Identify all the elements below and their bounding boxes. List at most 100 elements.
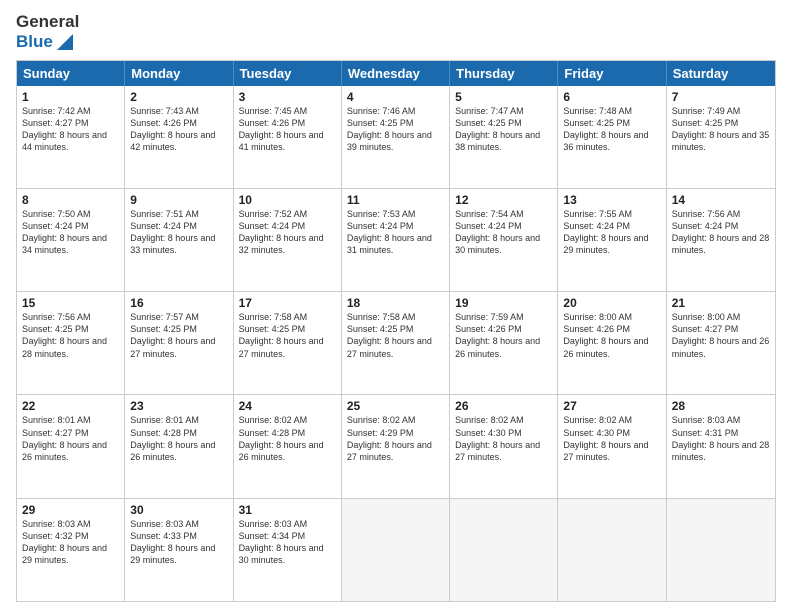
day-number: 12 <box>455 193 552 207</box>
day-info: Sunrise: 7:42 AMSunset: 4:27 PMDaylight:… <box>22 105 119 154</box>
empty-cell <box>450 499 558 601</box>
day-info: Sunrise: 7:45 AMSunset: 4:26 PMDaylight:… <box>239 105 336 154</box>
day-cell-11: 11Sunrise: 7:53 AMSunset: 4:24 PMDayligh… <box>342 189 450 291</box>
day-info: Sunrise: 7:50 AMSunset: 4:24 PMDaylight:… <box>22 208 119 257</box>
day-number: 13 <box>563 193 660 207</box>
day-cell-16: 16Sunrise: 7:57 AMSunset: 4:25 PMDayligh… <box>125 292 233 394</box>
day-number: 25 <box>347 399 444 413</box>
day-info: Sunrise: 8:01 AMSunset: 4:27 PMDaylight:… <box>22 414 119 463</box>
day-cell-12: 12Sunrise: 7:54 AMSunset: 4:24 PMDayligh… <box>450 189 558 291</box>
day-number: 22 <box>22 399 119 413</box>
day-info: Sunrise: 8:02 AMSunset: 4:30 PMDaylight:… <box>455 414 552 463</box>
day-number: 20 <box>563 296 660 310</box>
day-info: Sunrise: 8:02 AMSunset: 4:29 PMDaylight:… <box>347 414 444 463</box>
day-info: Sunrise: 8:03 AMSunset: 4:32 PMDaylight:… <box>22 518 119 567</box>
day-number: 4 <box>347 90 444 104</box>
day-number: 19 <box>455 296 552 310</box>
day-info: Sunrise: 7:57 AMSunset: 4:25 PMDaylight:… <box>130 311 227 360</box>
day-info: Sunrise: 8:02 AMSunset: 4:30 PMDaylight:… <box>563 414 660 463</box>
day-cell-17: 17Sunrise: 7:58 AMSunset: 4:25 PMDayligh… <box>234 292 342 394</box>
calendar-body: 1Sunrise: 7:42 AMSunset: 4:27 PMDaylight… <box>17 86 775 601</box>
day-cell-18: 18Sunrise: 7:58 AMSunset: 4:25 PMDayligh… <box>342 292 450 394</box>
day-info: Sunrise: 7:58 AMSunset: 4:25 PMDaylight:… <box>239 311 336 360</box>
day-info: Sunrise: 7:56 AMSunset: 4:24 PMDaylight:… <box>672 208 770 257</box>
day-cell-27: 27Sunrise: 8:02 AMSunset: 4:30 PMDayligh… <box>558 395 666 497</box>
day-cell-23: 23Sunrise: 8:01 AMSunset: 4:28 PMDayligh… <box>125 395 233 497</box>
day-cell-25: 25Sunrise: 8:02 AMSunset: 4:29 PMDayligh… <box>342 395 450 497</box>
day-number: 26 <box>455 399 552 413</box>
week-row-1: 1Sunrise: 7:42 AMSunset: 4:27 PMDaylight… <box>17 86 775 188</box>
day-info: Sunrise: 7:58 AMSunset: 4:25 PMDaylight:… <box>347 311 444 360</box>
empty-cell <box>558 499 666 601</box>
week-row-4: 22Sunrise: 8:01 AMSunset: 4:27 PMDayligh… <box>17 394 775 497</box>
header-day-thursday: Thursday <box>450 61 558 86</box>
empty-cell <box>342 499 450 601</box>
day-info: Sunrise: 7:43 AMSunset: 4:26 PMDaylight:… <box>130 105 227 154</box>
header-day-friday: Friday <box>558 61 666 86</box>
day-cell-20: 20Sunrise: 8:00 AMSunset: 4:26 PMDayligh… <box>558 292 666 394</box>
day-cell-29: 29Sunrise: 8:03 AMSunset: 4:32 PMDayligh… <box>17 499 125 601</box>
day-cell-9: 9Sunrise: 7:51 AMSunset: 4:24 PMDaylight… <box>125 189 233 291</box>
day-info: Sunrise: 8:00 AMSunset: 4:27 PMDaylight:… <box>672 311 770 360</box>
day-cell-8: 8Sunrise: 7:50 AMSunset: 4:24 PMDaylight… <box>17 189 125 291</box>
day-number: 10 <box>239 193 336 207</box>
day-info: Sunrise: 7:54 AMSunset: 4:24 PMDaylight:… <box>455 208 552 257</box>
day-cell-4: 4Sunrise: 7:46 AMSunset: 4:25 PMDaylight… <box>342 86 450 188</box>
day-number: 17 <box>239 296 336 310</box>
day-cell-2: 2Sunrise: 7:43 AMSunset: 4:26 PMDaylight… <box>125 86 233 188</box>
page: General Blue SundayMondayTuesdayWednesda… <box>0 0 792 612</box>
day-cell-30: 30Sunrise: 8:03 AMSunset: 4:33 PMDayligh… <box>125 499 233 601</box>
calendar: SundayMondayTuesdayWednesdayThursdayFrid… <box>16 60 776 602</box>
day-cell-28: 28Sunrise: 8:03 AMSunset: 4:31 PMDayligh… <box>667 395 775 497</box>
calendar-header: SundayMondayTuesdayWednesdayThursdayFrid… <box>17 61 775 86</box>
day-number: 14 <box>672 193 770 207</box>
day-cell-22: 22Sunrise: 8:01 AMSunset: 4:27 PMDayligh… <box>17 395 125 497</box>
header-day-sunday: Sunday <box>17 61 125 86</box>
day-cell-15: 15Sunrise: 7:56 AMSunset: 4:25 PMDayligh… <box>17 292 125 394</box>
header-day-saturday: Saturday <box>667 61 775 86</box>
day-number: 5 <box>455 90 552 104</box>
logo: General Blue <box>16 12 79 52</box>
day-number: 3 <box>239 90 336 104</box>
day-cell-24: 24Sunrise: 8:02 AMSunset: 4:28 PMDayligh… <box>234 395 342 497</box>
day-info: Sunrise: 8:01 AMSunset: 4:28 PMDaylight:… <box>130 414 227 463</box>
day-cell-5: 5Sunrise: 7:47 AMSunset: 4:25 PMDaylight… <box>450 86 558 188</box>
day-number: 24 <box>239 399 336 413</box>
header: General Blue <box>16 12 776 52</box>
day-number: 30 <box>130 503 227 517</box>
day-number: 7 <box>672 90 770 104</box>
week-row-2: 8Sunrise: 7:50 AMSunset: 4:24 PMDaylight… <box>17 188 775 291</box>
day-number: 28 <box>672 399 770 413</box>
header-day-wednesday: Wednesday <box>342 61 450 86</box>
day-number: 11 <box>347 193 444 207</box>
day-info: Sunrise: 8:00 AMSunset: 4:26 PMDaylight:… <box>563 311 660 360</box>
day-info: Sunrise: 7:49 AMSunset: 4:25 PMDaylight:… <box>672 105 770 154</box>
day-number: 6 <box>563 90 660 104</box>
day-cell-3: 3Sunrise: 7:45 AMSunset: 4:26 PMDaylight… <box>234 86 342 188</box>
day-number: 18 <box>347 296 444 310</box>
day-info: Sunrise: 7:52 AMSunset: 4:24 PMDaylight:… <box>239 208 336 257</box>
day-info: Sunrise: 7:51 AMSunset: 4:24 PMDaylight:… <box>130 208 227 257</box>
day-info: Sunrise: 7:56 AMSunset: 4:25 PMDaylight:… <box>22 311 119 360</box>
day-cell-1: 1Sunrise: 7:42 AMSunset: 4:27 PMDaylight… <box>17 86 125 188</box>
week-row-3: 15Sunrise: 7:56 AMSunset: 4:25 PMDayligh… <box>17 291 775 394</box>
empty-cell <box>667 499 775 601</box>
day-info: Sunrise: 8:02 AMSunset: 4:28 PMDaylight:… <box>239 414 336 463</box>
day-cell-26: 26Sunrise: 8:02 AMSunset: 4:30 PMDayligh… <box>450 395 558 497</box>
day-number: 2 <box>130 90 227 104</box>
day-cell-13: 13Sunrise: 7:55 AMSunset: 4:24 PMDayligh… <box>558 189 666 291</box>
day-cell-31: 31Sunrise: 8:03 AMSunset: 4:34 PMDayligh… <box>234 499 342 601</box>
day-info: Sunrise: 8:03 AMSunset: 4:33 PMDaylight:… <box>130 518 227 567</box>
day-number: 1 <box>22 90 119 104</box>
header-day-tuesday: Tuesday <box>234 61 342 86</box>
day-cell-7: 7Sunrise: 7:49 AMSunset: 4:25 PMDaylight… <box>667 86 775 188</box>
logo-triangle-icon <box>55 32 75 52</box>
day-info: Sunrise: 7:48 AMSunset: 4:25 PMDaylight:… <box>563 105 660 154</box>
day-number: 23 <box>130 399 227 413</box>
day-cell-14: 14Sunrise: 7:56 AMSunset: 4:24 PMDayligh… <box>667 189 775 291</box>
header-day-monday: Monday <box>125 61 233 86</box>
day-number: 27 <box>563 399 660 413</box>
day-number: 21 <box>672 296 770 310</box>
day-info: Sunrise: 8:03 AMSunset: 4:31 PMDaylight:… <box>672 414 770 463</box>
day-number: 8 <box>22 193 119 207</box>
